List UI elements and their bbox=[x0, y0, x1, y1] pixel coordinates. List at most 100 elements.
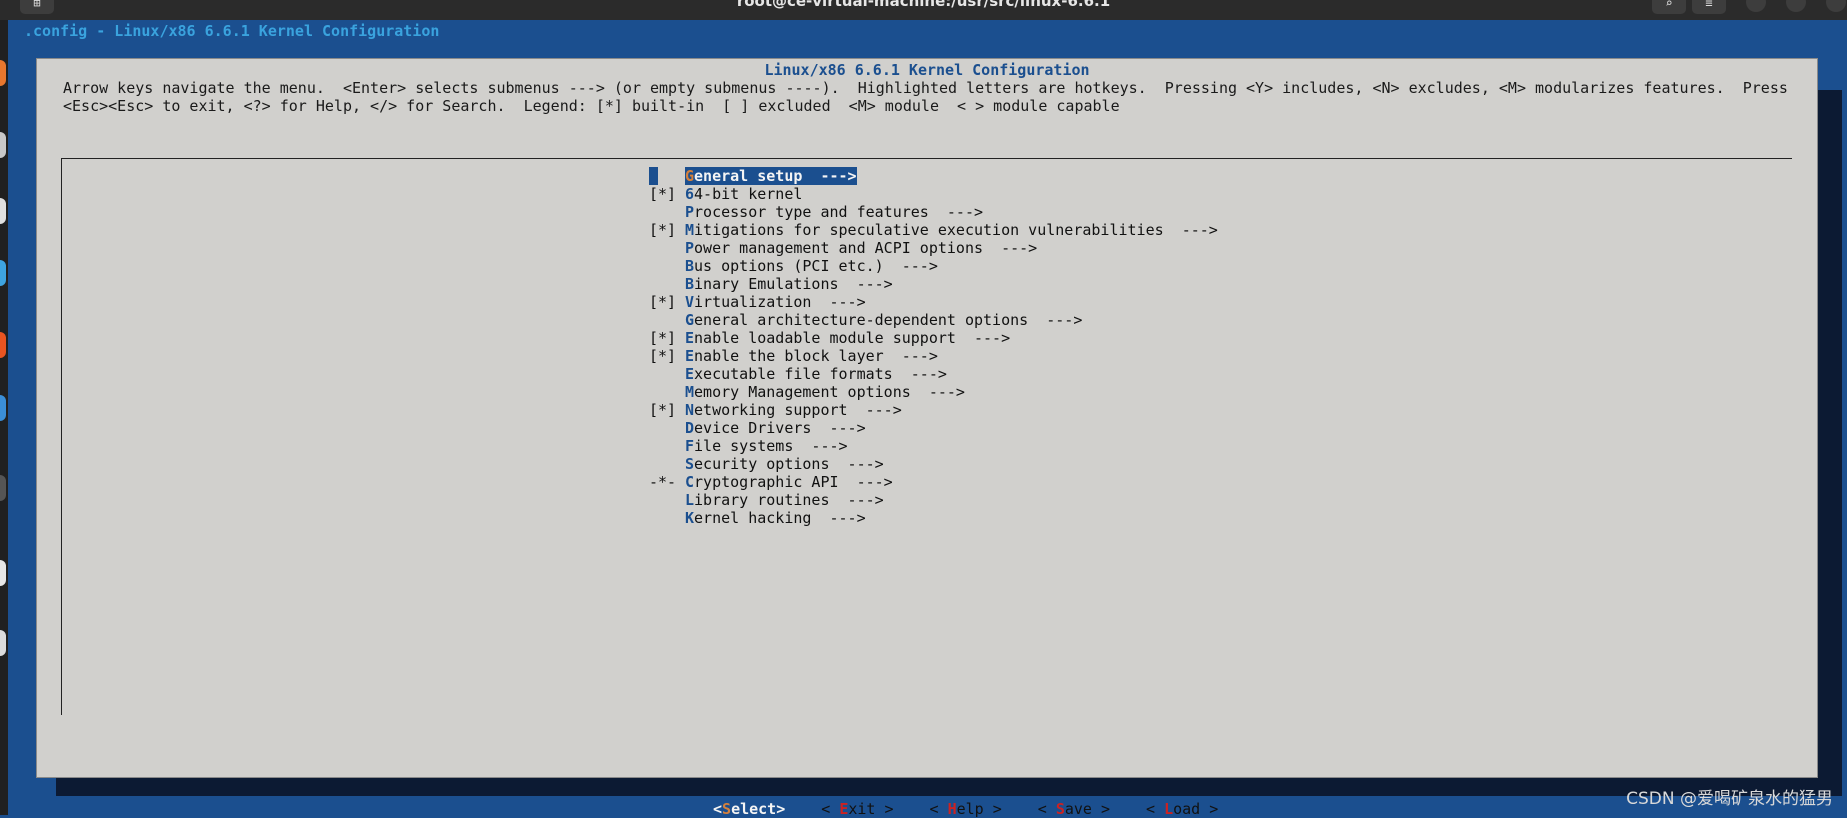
menu-item-text: evice Drivers ---> bbox=[694, 419, 866, 437]
button-hotkey: S bbox=[722, 800, 732, 818]
menu-item[interactable]: [*] Enable loadable module support ---> bbox=[649, 329, 1010, 347]
dialog-title: Linux/x86 6.6.1 Kernel Configuration bbox=[764, 61, 1090, 79]
menu-item-label: Enable the block layer ---> bbox=[685, 347, 938, 365]
button-bar: <Select> < Exit > < Help > < Save > < Load > bbox=[713, 800, 1254, 818]
maximize-icon[interactable] bbox=[1786, 0, 1806, 12]
menu-item[interactable]: [*] Enable the block layer ---> bbox=[649, 347, 938, 365]
menu-item[interactable]: Bus options (PCI etc.) ---> bbox=[649, 257, 938, 275]
menu-item[interactable]: [*] Networking support ---> bbox=[649, 401, 902, 419]
menu-item[interactable]: General setup ---> bbox=[649, 167, 857, 185]
button-label: oad bbox=[1173, 800, 1201, 818]
menu-item-label: Memory Management options ---> bbox=[685, 383, 965, 401]
menu-item-state: [*] bbox=[649, 221, 677, 239]
menu-item[interactable]: Security options ---> bbox=[649, 455, 884, 473]
menu-item-hotkey: S bbox=[685, 455, 695, 473]
menu-item-hotkey: F bbox=[685, 437, 695, 455]
menu-item[interactable]: Memory Management options ---> bbox=[649, 383, 965, 401]
software-icon[interactable] bbox=[0, 332, 6, 358]
menu-item-text: ibrary routines ---> bbox=[694, 491, 884, 509]
help-icon[interactable] bbox=[0, 395, 6, 421]
menu-item[interactable]: Library routines ---> bbox=[649, 491, 884, 509]
button-hotkey: E bbox=[839, 800, 849, 818]
menu-item[interactable]: Executable file formats ---> bbox=[649, 365, 947, 383]
menu-item[interactable]: Power management and ACPI options ---> bbox=[649, 239, 1037, 257]
menu-item-text: ile systems ---> bbox=[694, 437, 848, 455]
firefox-icon[interactable] bbox=[0, 60, 6, 86]
menu-item-text: ryptographic API ---> bbox=[694, 473, 893, 491]
menu-item-text: emory Management options ---> bbox=[694, 383, 965, 401]
menu-item[interactable]: File systems ---> bbox=[649, 437, 848, 455]
menu-item-text: ecurity options ---> bbox=[694, 455, 884, 473]
menu-item-state: [*] bbox=[649, 293, 677, 311]
menu-item-label: Kernel hacking ---> bbox=[685, 509, 866, 527]
button-help[interactable]: < Help > bbox=[930, 800, 1002, 818]
menu-item-state: [*] bbox=[649, 347, 677, 365]
help-line-2: <Esc><Esc> to exit, <?> for Help, </> fo… bbox=[63, 97, 1120, 115]
menu-item-label: Library routines ---> bbox=[685, 491, 884, 509]
terminal-icon[interactable] bbox=[0, 475, 6, 501]
menu-item-hotkey: M bbox=[685, 383, 695, 401]
menu-item[interactable]: Device Drivers ---> bbox=[649, 419, 866, 437]
window-title: root@ce-virtual-machine:/usr/src/linux-6… bbox=[736, 0, 1111, 10]
app-icon[interactable] bbox=[0, 260, 6, 286]
button-hotkey: H bbox=[947, 800, 957, 818]
menu-item[interactable]: [*] 64-bit kernel bbox=[649, 185, 802, 203]
menu-item-label: Virtualization ---> bbox=[685, 293, 866, 311]
menu-item-label: Networking support ---> bbox=[685, 401, 902, 419]
menu-item-hotkey: L bbox=[685, 491, 695, 509]
menu-item-hotkey: K bbox=[685, 509, 695, 527]
button-label: ave bbox=[1064, 800, 1092, 818]
menu-item-state: [*] bbox=[649, 401, 677, 419]
menu-item-state: [*] bbox=[649, 329, 677, 347]
button-bracket-close: > bbox=[1091, 800, 1110, 818]
trash-icon[interactable] bbox=[0, 630, 6, 656]
menu-item-hotkey: P bbox=[685, 203, 695, 221]
menu-item-label: General setup ---> bbox=[685, 167, 857, 185]
menu-item-text: rocessor type and features ---> bbox=[694, 203, 984, 221]
menu-item-text: ower management and ACPI options ---> bbox=[694, 239, 1038, 257]
menu-item-state bbox=[649, 167, 685, 185]
hamburger-menu-icon[interactable]: ≡ bbox=[1692, 0, 1726, 14]
writer-icon[interactable] bbox=[0, 198, 6, 224]
button-bracket-open: < bbox=[1146, 800, 1165, 818]
menu-item-label: Security options ---> bbox=[685, 455, 884, 473]
files-icon[interactable] bbox=[0, 132, 6, 158]
selection-cursor bbox=[649, 167, 658, 185]
menu-item[interactable]: Binary Emulations ---> bbox=[649, 275, 893, 293]
button-load[interactable]: < Load > bbox=[1146, 800, 1218, 818]
menu-item-label: General architecture-dependent options -… bbox=[685, 311, 1082, 329]
button-label: elect bbox=[731, 800, 777, 818]
menuconfig-dialog: Linux/x86 6.6.1 Kernel Configuration Arr… bbox=[36, 58, 1818, 818]
app-dock bbox=[0, 20, 8, 815]
button-select[interactable]: <Select> bbox=[713, 800, 786, 818]
menu-item-text: irtualization ---> bbox=[694, 293, 866, 311]
button-bracket-open: < bbox=[821, 800, 840, 818]
menu-item-hotkey: B bbox=[685, 275, 695, 293]
menu-item-text: itigations for speculative execution vul… bbox=[694, 221, 1218, 239]
menu-item-text: ernel hacking ---> bbox=[694, 509, 866, 527]
button-exit[interactable]: < Exit > bbox=[821, 800, 893, 818]
menu-item-label: Processor type and features ---> bbox=[685, 203, 983, 221]
menu-item[interactable]: -*- Cryptographic API ---> bbox=[649, 473, 893, 491]
close-icon[interactable] bbox=[1826, 0, 1846, 12]
minimize-icon[interactable] bbox=[1746, 0, 1766, 12]
menu-item[interactable]: [*] Mitigations for speculative execution… bbox=[649, 221, 1218, 239]
menu-item[interactable]: Processor type and features ---> bbox=[649, 203, 983, 221]
button-save[interactable]: < Save > bbox=[1038, 800, 1110, 818]
menu-item-hotkey: C bbox=[685, 473, 695, 491]
button-bracket-open: < bbox=[929, 800, 948, 818]
button-label: elp bbox=[956, 800, 984, 818]
disc-icon[interactable] bbox=[0, 560, 6, 586]
menu-item-label: Bus options (PCI etc.) ---> bbox=[685, 257, 938, 275]
menu-item[interactable]: Kernel hacking ---> bbox=[649, 509, 866, 527]
config-header: .config - Linux/x86 6.6.1 Kernel Configu… bbox=[24, 22, 440, 40]
menu-item-text: inary Emulations ---> bbox=[694, 275, 893, 293]
menu-item-label: 64-bit kernel bbox=[685, 185, 802, 203]
menu-item-text: 4-bit kernel bbox=[694, 185, 803, 203]
menu-item[interactable]: General architecture-dependent options -… bbox=[649, 311, 1082, 329]
menu-item-hotkey: P bbox=[685, 239, 695, 257]
menu-item-hotkey: 6 bbox=[685, 185, 695, 203]
search-icon[interactable]: ⌕ bbox=[1652, 0, 1686, 14]
menu-item-hotkey: E bbox=[685, 329, 695, 347]
menu-item[interactable]: [*] Virtualization ---> bbox=[649, 293, 866, 311]
